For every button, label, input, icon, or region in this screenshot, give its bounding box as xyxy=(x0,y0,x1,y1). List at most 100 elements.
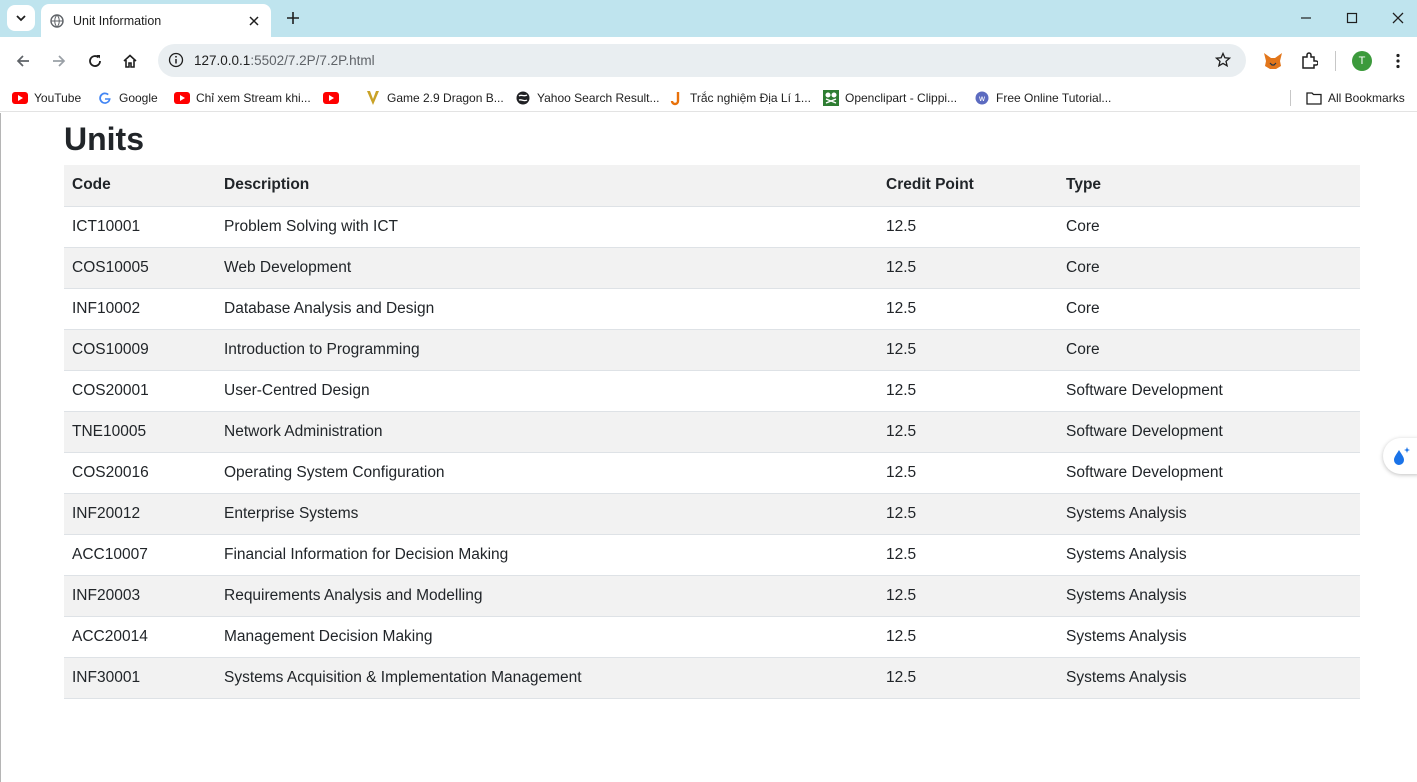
cell-credit-point: 12.5 xyxy=(878,288,1058,330)
youtube-icon xyxy=(323,90,339,106)
cell-code: ICT10001 xyxy=(64,206,216,248)
chevron-down-icon xyxy=(16,15,26,22)
arrow-right-icon xyxy=(53,55,66,67)
cell-description: Database Analysis and Design xyxy=(216,288,878,330)
cell-type: Software Development xyxy=(1058,452,1360,494)
bookmark-star-button[interactable] xyxy=(1212,49,1234,71)
plus-icon xyxy=(287,12,299,24)
cell-credit-point: 12.5 xyxy=(878,534,1058,576)
tutorial-icon: w xyxy=(974,90,990,106)
youtube-icon xyxy=(12,90,28,106)
floating-extension-button[interactable] xyxy=(1383,438,1417,474)
reload-button[interactable] xyxy=(83,49,107,73)
reload-icon xyxy=(89,55,101,67)
cell-description: Introduction to Programming xyxy=(216,329,878,371)
arrow-left-icon xyxy=(16,55,29,67)
cell-type: Core xyxy=(1058,329,1360,371)
bookmark-openclipart[interactable]: Openclipart - Clippi... xyxy=(823,89,957,107)
cell-description: Enterprise Systems xyxy=(216,493,878,535)
active-tab[interactable]: Unit Information xyxy=(41,4,271,37)
cell-description: Network Administration xyxy=(216,411,878,453)
globe-icon xyxy=(49,13,65,29)
bookmark-trac-nghiem[interactable]: Trắc nghiệm Địa Lí 1... xyxy=(668,89,811,107)
cell-description: Requirements Analysis and Modelling xyxy=(216,575,878,617)
cell-type: Core xyxy=(1058,247,1360,289)
table-row: TNE10005 Network Administration 12.5 Softwa… xyxy=(64,411,1360,453)
cell-credit-point: 12.5 xyxy=(878,206,1058,248)
tab-strip: Unit Information xyxy=(0,0,1417,37)
bookmarks-bar: YouTube Google Chỉ xem Stream khi... Gam… xyxy=(0,84,1417,112)
bookmark-label: Yahoo Search Result... xyxy=(537,91,660,105)
minimize-icon xyxy=(1301,17,1311,19)
cell-code: INF30001 xyxy=(64,657,216,699)
table-row: INF10002 Database Analysis and Design 12.5… xyxy=(64,288,1360,330)
cell-credit-point: 12.5 xyxy=(878,247,1058,289)
bookmark-yahoo[interactable]: Yahoo Search Result... xyxy=(515,89,660,107)
table-header-row: Code Description Credit Point Type xyxy=(64,165,1360,207)
cell-credit-point: 12.5 xyxy=(878,329,1058,371)
close-icon xyxy=(1392,12,1404,24)
table-row: INF20003 Requirements Analysis and Modell… xyxy=(64,575,1360,617)
cell-credit-point: 12.5 xyxy=(878,657,1058,699)
bookmark-label: Game 2.9 Dragon B... xyxy=(387,91,504,105)
bookmark-label: Chỉ xem Stream khi... xyxy=(196,91,311,105)
cell-description: Web Development xyxy=(216,247,878,289)
table-row: INF20012 Enterprise Systems 12.5 Systems An… xyxy=(64,493,1360,535)
cell-code: INF20012 xyxy=(64,493,216,535)
bookmark-stream[interactable]: Chỉ xem Stream khi... xyxy=(174,89,311,107)
cell-credit-point: 12.5 xyxy=(878,452,1058,494)
url-text: 127.0.0.1:5502/7.2P/7.2P.html xyxy=(194,53,375,68)
cell-type: Systems Analysis xyxy=(1058,534,1360,576)
forward-button[interactable] xyxy=(47,49,71,73)
maximize-button[interactable] xyxy=(1342,8,1362,28)
puzzle-icon xyxy=(1302,52,1318,69)
youtube-icon xyxy=(174,90,190,106)
bookmark-youtube[interactable]: YouTube xyxy=(12,89,81,107)
cell-description: Financial Information for Decision Makin… xyxy=(216,534,878,576)
table-row: ACC10007 Financial Information for Decisi… xyxy=(64,534,1360,576)
cell-type: Systems Analysis xyxy=(1058,493,1360,535)
url-host: 127.0.0.1 xyxy=(194,53,251,68)
bookmark-label: Trắc nghiệm Địa Lí 1... xyxy=(690,91,811,105)
units-table: Code Description Credit Point Type ICT10… xyxy=(64,165,1360,699)
home-button[interactable] xyxy=(118,49,142,73)
new-tab-button[interactable] xyxy=(282,7,304,29)
tab-search-button[interactable] xyxy=(7,5,35,31)
bookmark-tutorial[interactable]: w Free Online Tutorial... xyxy=(974,89,1111,107)
bookmark-google[interactable]: Google xyxy=(97,89,158,107)
table-row: ICT10001 Problem Solving with ICT 12.5 Core xyxy=(64,206,1360,248)
star-icon xyxy=(1215,52,1231,68)
bookmark-game[interactable]: Game 2.9 Dragon B... xyxy=(365,89,504,107)
cell-code: COS10005 xyxy=(64,247,216,289)
minimize-button[interactable] xyxy=(1296,8,1316,28)
cell-code: TNE10005 xyxy=(64,411,216,453)
j-icon xyxy=(668,90,684,106)
close-window-button[interactable] xyxy=(1388,8,1408,28)
all-bookmarks-button[interactable]: All Bookmarks xyxy=(1306,89,1405,107)
maximize-icon xyxy=(1346,12,1358,24)
cell-type: Systems Analysis xyxy=(1058,616,1360,658)
cell-type: Systems Analysis xyxy=(1058,657,1360,699)
cell-type: Software Development xyxy=(1058,370,1360,412)
address-bar[interactable]: 127.0.0.1:5502/7.2P/7.2P.html xyxy=(158,44,1246,77)
site-info-icon[interactable] xyxy=(164,48,188,72)
close-tab-icon[interactable] xyxy=(245,12,263,30)
metamask-extension-button[interactable] xyxy=(1261,49,1285,73)
bookmark-youtube-2[interactable] xyxy=(323,89,345,107)
cell-credit-point: 12.5 xyxy=(878,493,1058,535)
home-icon xyxy=(123,54,137,68)
cell-type: Software Development xyxy=(1058,411,1360,453)
bookmark-label: Free Online Tutorial... xyxy=(996,91,1112,105)
bookmark-label: Openclipart - Clippi... xyxy=(845,91,958,105)
cell-code: INF20003 xyxy=(64,575,216,617)
cell-code: INF10002 xyxy=(64,288,216,330)
back-button[interactable] xyxy=(11,49,35,73)
column-header-code: Code xyxy=(64,165,216,207)
profile-avatar[interactable]: T xyxy=(1352,51,1372,71)
cell-description: Management Decision Making xyxy=(216,616,878,658)
all-bookmarks-label: All Bookmarks xyxy=(1328,91,1405,105)
menu-button[interactable] xyxy=(1386,49,1410,73)
bookmarks-divider xyxy=(1290,90,1291,106)
extensions-button[interactable] xyxy=(1297,49,1321,73)
column-header-type: Type xyxy=(1058,165,1360,207)
